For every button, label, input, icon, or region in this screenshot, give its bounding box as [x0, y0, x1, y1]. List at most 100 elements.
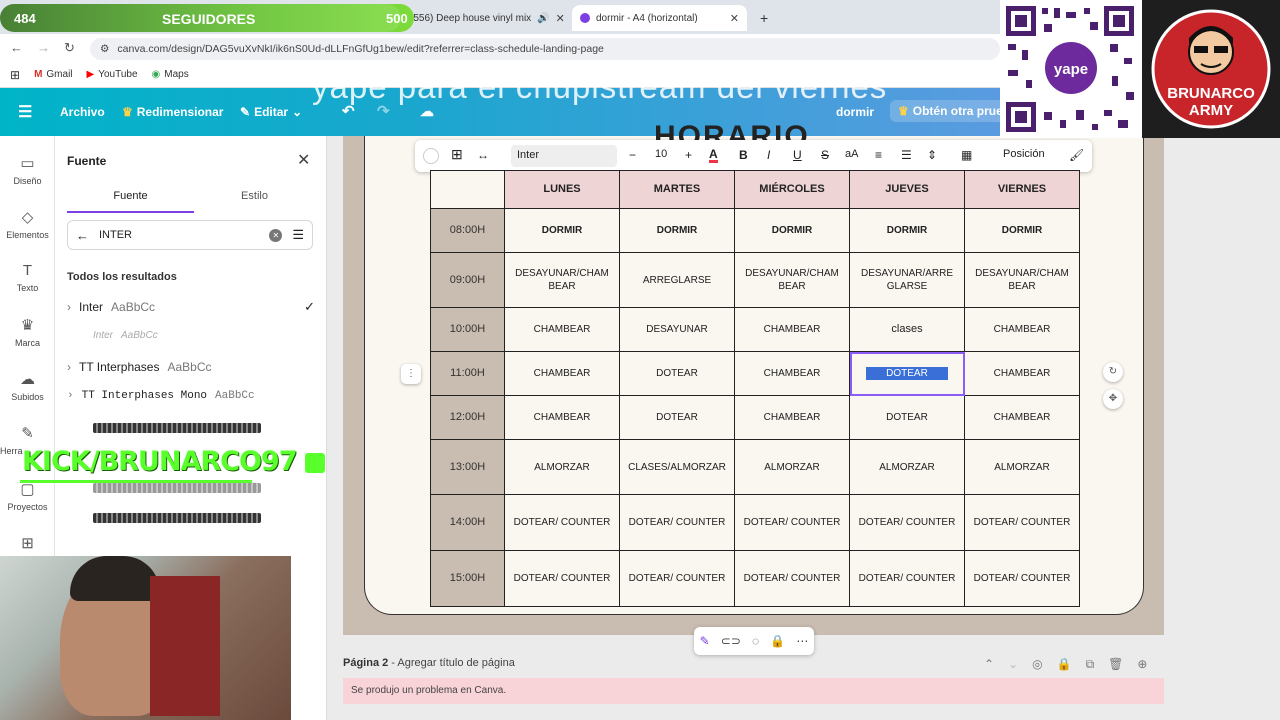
activity-cell[interactable]: DOTEAR: [619, 395, 735, 440]
chevron-down-icon[interactable]: ⌄: [1008, 657, 1018, 672]
day-header[interactable]: MIÉRCOLES: [734, 170, 850, 209]
bold-icon[interactable]: B: [739, 148, 748, 162]
activity-cell[interactable]: DOTEAR/ COUNTER: [504, 550, 620, 607]
selected-cell[interactable]: DOTEAR: [849, 351, 965, 396]
activity-cell[interactable]: ALMORZAR: [964, 439, 1080, 495]
day-header[interactable]: MARTES: [619, 170, 735, 209]
rotate-icon[interactable]: ↻: [1103, 362, 1123, 382]
activity-cell[interactable]: DESAYUNAR/CHAMBEAR: [734, 252, 850, 308]
speaker-icon[interactable]: 🔊: [537, 13, 549, 24]
activity-cell[interactable]: DOTEAR/ COUNTER: [619, 494, 735, 551]
lock-icon[interactable]: 🔒: [1057, 657, 1072, 672]
time-cell[interactable]: 14:00H: [430, 494, 505, 551]
activity-cell[interactable]: DOTEAR: [619, 351, 735, 396]
design-name[interactable]: dormir: [836, 105, 874, 119]
chevron-right-icon[interactable]: ›: [67, 300, 71, 314]
close-icon[interactable]: ✕: [730, 12, 739, 25]
link-icon[interactable]: ⊂⊃: [721, 634, 741, 648]
font-option-preview[interactable]: [93, 483, 261, 493]
rail-subidos[interactable]: ☁ Subidos: [0, 370, 55, 402]
comment-icon[interactable]: ◌: [752, 634, 759, 648]
move-icon[interactable]: ✥: [1103, 389, 1123, 409]
new-tab-button[interactable]: +: [752, 5, 776, 31]
bookmark-gmail[interactable]: M Gmail: [34, 69, 72, 80]
add-page-icon[interactable]: ⊕: [1137, 657, 1147, 672]
time-cell[interactable]: 12:00H: [430, 395, 505, 440]
activity-cell[interactable]: CHAMBEAR: [964, 351, 1080, 396]
activity-cell[interactable]: CHAMBEAR: [734, 307, 850, 352]
forward-icon[interactable]: →: [37, 40, 50, 55]
rail-marca[interactable]: ♛ Marca: [0, 316, 55, 348]
line-spacing-icon[interactable]: ⇕: [927, 148, 937, 162]
trash-icon[interactable]: 🗑: [1108, 657, 1123, 672]
activity-cell[interactable]: ALMORZAR: [849, 439, 965, 495]
text-color-icon[interactable]: A: [709, 148, 718, 163]
table-icon[interactable]: ⊞: [451, 146, 463, 163]
activity-cell[interactable]: DOTEAR/ COUNTER: [734, 494, 850, 551]
activity-cell[interactable]: DOTEAR: [849, 395, 965, 440]
activity-cell[interactable]: CHAMBEAR: [504, 351, 620, 396]
hamburger-menu-icon[interactable]: ☰: [18, 102, 32, 122]
activity-cell[interactable]: CHAMBEAR: [964, 395, 1080, 440]
case-icon[interactable]: aA: [845, 148, 858, 160]
time-cell[interactable]: 11:00H: [430, 351, 505, 396]
font-option-preview[interactable]: [93, 423, 261, 433]
day-header[interactable]: VIERNES: [964, 170, 1080, 209]
activity-cell[interactable]: DESAYUNAR/CHAMBEAR: [964, 252, 1080, 308]
magic-edit-icon[interactable]: ✎: [700, 634, 710, 648]
underline-icon[interactable]: U: [793, 148, 802, 162]
font-select[interactable]: Inter: [511, 145, 617, 167]
browser-tab-canva[interactable]: dormir - A4 (horizontal) ✕: [572, 5, 747, 31]
activity-cell[interactable]: DESAYUNAR/ARREGLARSE: [849, 252, 965, 308]
reload-icon[interactable]: ↻: [64, 40, 75, 56]
chevron-right-icon[interactable]: ›: [67, 360, 71, 374]
color-swatch-icon[interactable]: [423, 148, 439, 164]
font-option[interactable]: Inter AaBbCc: [93, 330, 341, 341]
activity-cell[interactable]: DOTEAR/ COUNTER: [964, 550, 1080, 607]
bookmark-maps[interactable]: ◉ Maps: [152, 69, 189, 80]
activity-cell[interactable]: DORMIR: [504, 208, 620, 253]
close-icon[interactable]: ✕: [556, 12, 565, 25]
align-icon[interactable]: ≡: [875, 148, 882, 162]
activity-cell[interactable]: CHAMBEAR: [734, 351, 850, 396]
rail-elementos[interactable]: ◇ Elementos: [0, 208, 55, 240]
site-info-icon[interactable]: ⚙: [100, 43, 109, 55]
activity-cell[interactable]: DORMIR: [849, 208, 965, 253]
font-option-preview[interactable]: [93, 513, 261, 523]
rail-texto[interactable]: T Texto: [0, 262, 55, 293]
activity-cell[interactable]: ALMORZAR: [734, 439, 850, 495]
activity-cell[interactable]: DOTEAR/ COUNTER: [504, 494, 620, 551]
activity-cell[interactable]: DORMIR: [734, 208, 850, 253]
activity-cell[interactable]: CLASES/ALMORZAR: [619, 439, 735, 495]
activity-cell[interactable]: CHAMBEAR: [504, 307, 620, 352]
activity-cell[interactable]: DORMIR: [619, 208, 735, 253]
clear-icon[interactable]: ✕: [269, 228, 283, 242]
activity-cell[interactable]: DOTEAR/ COUNTER: [849, 550, 965, 607]
activity-cell[interactable]: clases: [849, 307, 965, 352]
more-icon[interactable]: ⋯: [796, 634, 808, 648]
close-icon[interactable]: ✕: [297, 150, 310, 170]
browser-tab-music[interactable]: (556) Deep house vinyl mix 🔊 ✕: [402, 5, 567, 31]
day-header[interactable]: JUEVES: [849, 170, 965, 209]
chevron-right-icon[interactable]: ›: [67, 390, 74, 402]
activity-cell[interactable]: ARREGLARSE: [619, 252, 735, 308]
back-arrow-icon[interactable]: ←: [76, 228, 89, 243]
tab-fuente[interactable]: Fuente: [67, 190, 194, 202]
apps-icon[interactable]: ⊞: [10, 68, 20, 82]
activity-cell[interactable]: DESAYUNAR: [619, 307, 735, 352]
selected-text[interactable]: DOTEAR: [866, 367, 948, 380]
position-button[interactable]: Posición: [1003, 148, 1045, 160]
increase-size-icon[interactable]: +: [685, 148, 692, 162]
activity-cell[interactable]: DOTEAR/ COUNTER: [619, 550, 735, 607]
format-painter-icon[interactable]: 🖌: [1069, 148, 1084, 162]
transparency-icon[interactable]: ▦: [961, 148, 972, 162]
add-page-title[interactable]: Agregar título de página: [397, 657, 514, 669]
font-size-input[interactable]: 10: [655, 148, 667, 160]
activity-cell[interactable]: CHAMBEAR: [734, 395, 850, 440]
activity-cell[interactable]: ALMORZAR: [504, 439, 620, 495]
time-cell[interactable]: 09:00H: [430, 252, 505, 308]
time-cell[interactable]: 08:00H: [430, 208, 505, 253]
back-icon[interactable]: ←: [10, 40, 23, 55]
font-search-input[interactable]: ← INTER ✕ ☰: [67, 220, 313, 250]
activity-cell[interactable]: DESAYUNAR/CHAMBEAR: [504, 252, 620, 308]
